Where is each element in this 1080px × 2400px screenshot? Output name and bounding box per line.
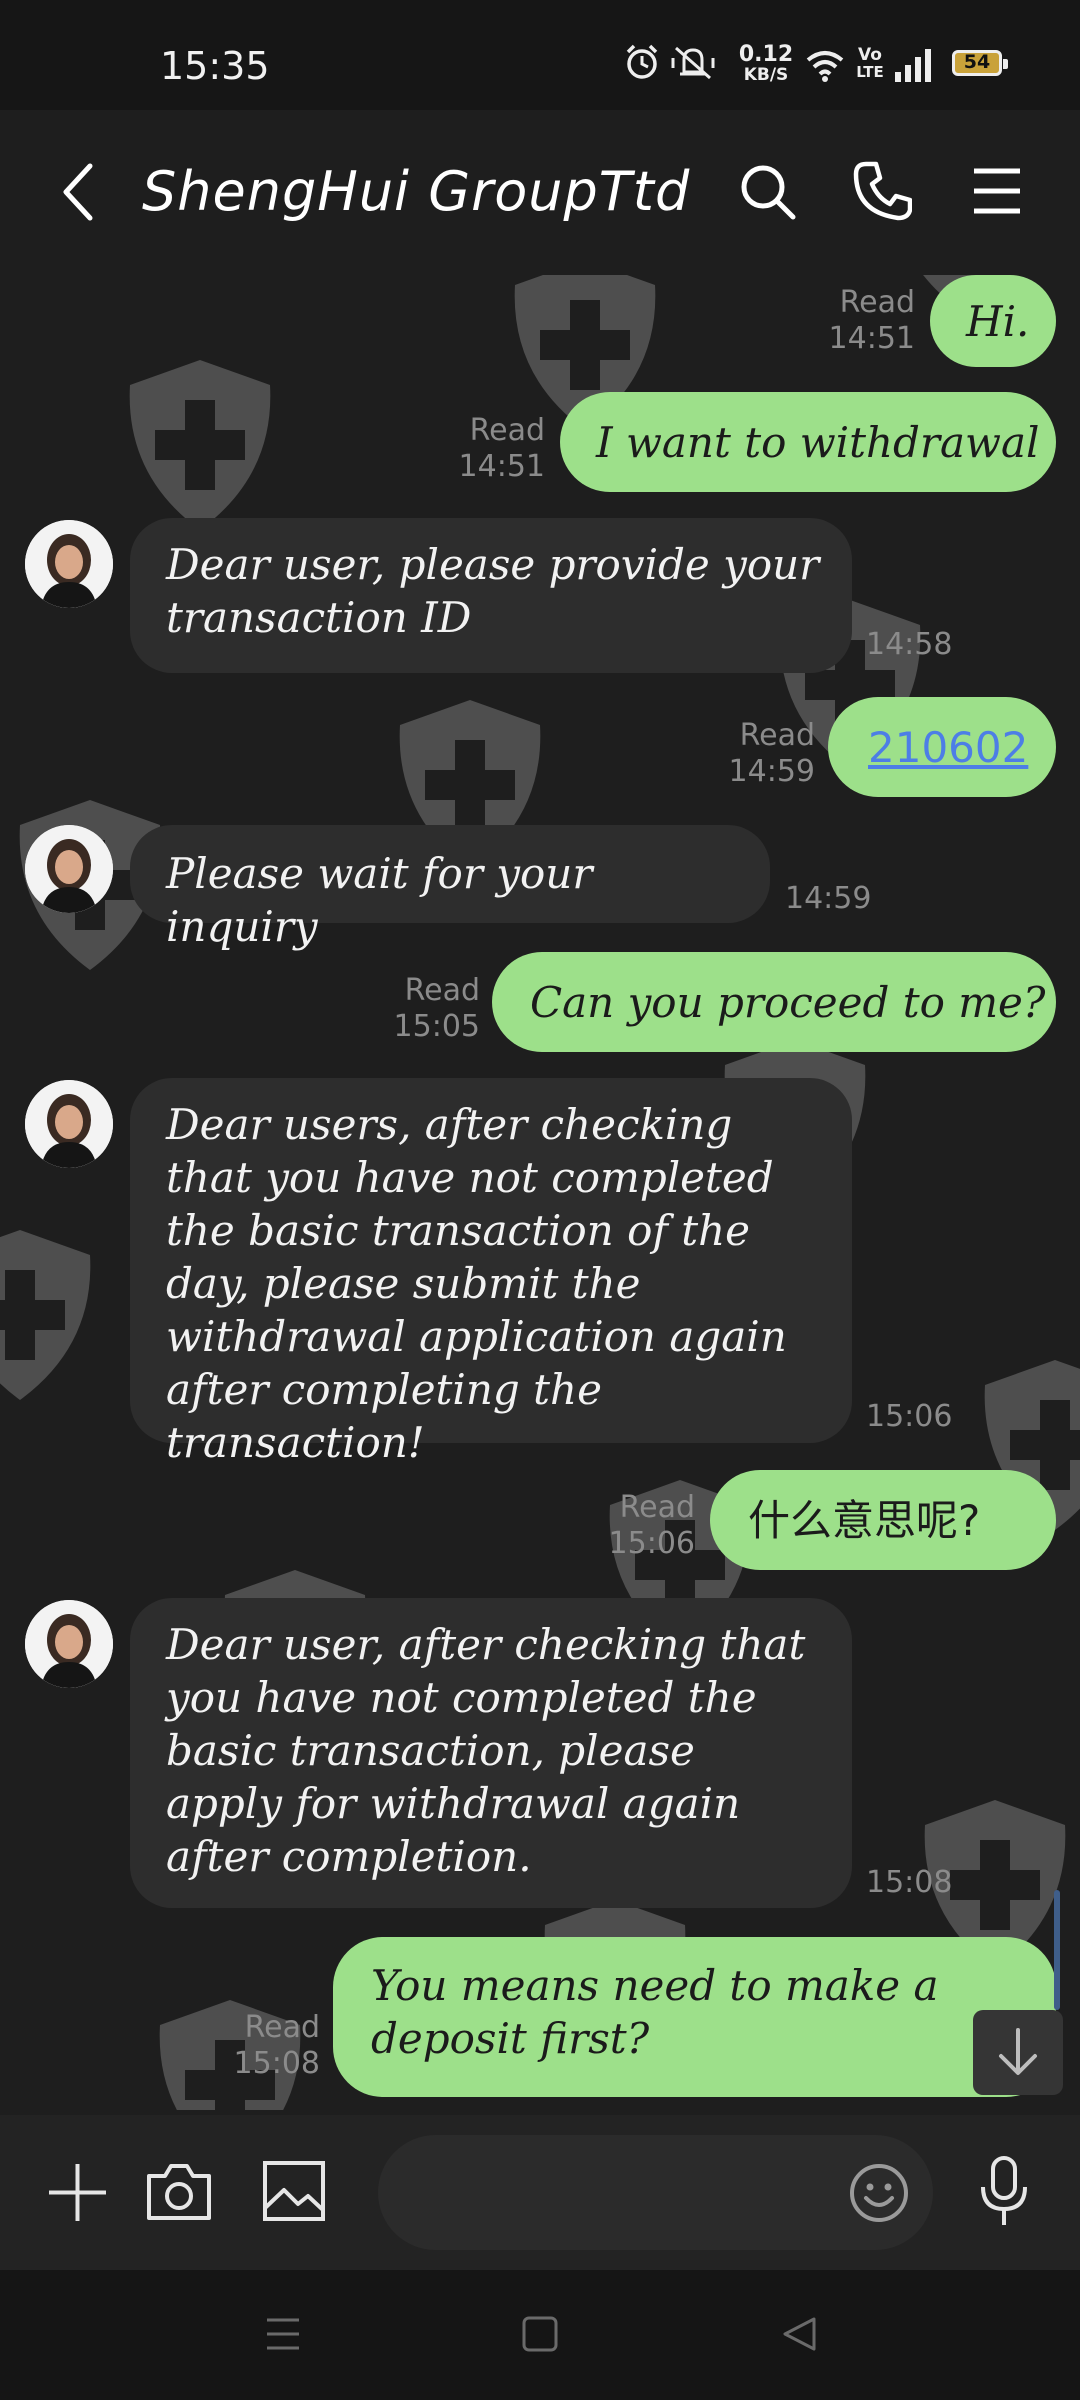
message-meta: Read 15:05 xyxy=(393,973,480,1044)
back-icon[interactable] xyxy=(780,2315,818,2353)
camera-icon[interactable] xyxy=(145,2160,213,2222)
message-meta: Read 15:08 xyxy=(233,2010,320,2081)
agent-avatar-icon xyxy=(25,825,113,913)
message-time: 15:08 xyxy=(866,1865,953,1900)
message-time: 15:06 xyxy=(866,1399,953,1434)
chat-header: ShengHui GroupTtd xyxy=(0,110,1080,275)
scroll-indicator[interactable] xyxy=(1054,1890,1060,2010)
back-arrow-icon[interactable] xyxy=(58,162,98,222)
wifi-icon xyxy=(806,51,844,82)
avatar[interactable] xyxy=(25,825,113,913)
status-time: 15:35 xyxy=(160,44,270,88)
alarm-icon xyxy=(626,44,658,79)
battery-icon: 54 xyxy=(952,50,1008,76)
net-speed: 0.12 KB/S xyxy=(738,42,794,85)
message-bubble-outgoing[interactable]: Hi. xyxy=(930,275,1056,367)
system-nav-bar xyxy=(0,2270,1080,2400)
chat-title[interactable]: ShengHui GroupTtd xyxy=(142,160,690,223)
avatar[interactable] xyxy=(25,1600,113,1688)
phone-icon[interactable] xyxy=(852,160,912,222)
message-bubble-outgoing[interactable]: 210602 xyxy=(828,697,1056,797)
avatar[interactable] xyxy=(25,520,113,608)
emoji-icon[interactable] xyxy=(848,2162,910,2224)
scroll-to-bottom-button[interactable] xyxy=(973,2010,1063,2095)
gallery-icon[interactable] xyxy=(262,2160,326,2222)
agent-avatar-icon xyxy=(25,520,113,608)
message-bubble-outgoing[interactable]: You means need to make a deposit first? xyxy=(333,1937,1056,2097)
message-bubble-outgoing[interactable]: Can you proceed to me? xyxy=(492,952,1056,1052)
watermark-shield-icon xyxy=(0,1230,91,1400)
message-bubble-outgoing[interactable]: I want to withdrawal xyxy=(560,392,1056,492)
message-input-bar xyxy=(0,2115,1080,2270)
transaction-id-link[interactable]: 210602 xyxy=(868,723,1028,772)
recent-apps-icon[interactable] xyxy=(263,2315,303,2353)
mute-vibrate-icon xyxy=(671,46,715,80)
arrow-down-icon xyxy=(999,2028,1037,2075)
message-time: 14:58 xyxy=(866,627,953,662)
message-bubble-incoming[interactable]: Dear users, after checking that you have… xyxy=(130,1078,852,1467)
signal-icon xyxy=(895,49,931,82)
watermark-shield-icon xyxy=(129,360,271,530)
message-meta: Read 14:51 xyxy=(828,285,915,356)
message-time: 14:59 xyxy=(785,881,872,916)
message-meta: Read 15:06 xyxy=(608,1490,695,1561)
message-bubble-incoming[interactable]: Dear user, please provide your transacti… xyxy=(130,518,852,673)
chat-message-list[interactable]: Read 14:51 Hi. Read 14:51 I want to withdr… xyxy=(0,275,1080,2110)
message-bubble-outgoing[interactable]: 什么意思呢? xyxy=(710,1470,1056,1570)
message-input[interactable] xyxy=(378,2135,933,2250)
message-bubble-incoming[interactable]: Please wait for your inquiry xyxy=(130,825,770,951)
message-bubble-incoming[interactable]: Dear user, after checking that you have … xyxy=(130,1598,852,1908)
microphone-icon[interactable] xyxy=(978,2155,1030,2227)
agent-avatar-icon xyxy=(25,1080,113,1168)
volte-icon: Vo LTE xyxy=(856,45,884,81)
search-icon[interactable] xyxy=(738,162,798,222)
message-meta: Read 14:51 xyxy=(458,413,545,484)
menu-icon[interactable] xyxy=(972,166,1022,216)
plus-icon[interactable] xyxy=(45,2160,110,2225)
avatar[interactable] xyxy=(25,1080,113,1168)
status-bar: 15:35 0.12 KB/S Vo LTE 54 xyxy=(0,0,1080,110)
agent-avatar-icon xyxy=(25,1600,113,1688)
message-meta: Read 14:59 xyxy=(728,718,815,789)
home-icon[interactable] xyxy=(521,2315,559,2353)
